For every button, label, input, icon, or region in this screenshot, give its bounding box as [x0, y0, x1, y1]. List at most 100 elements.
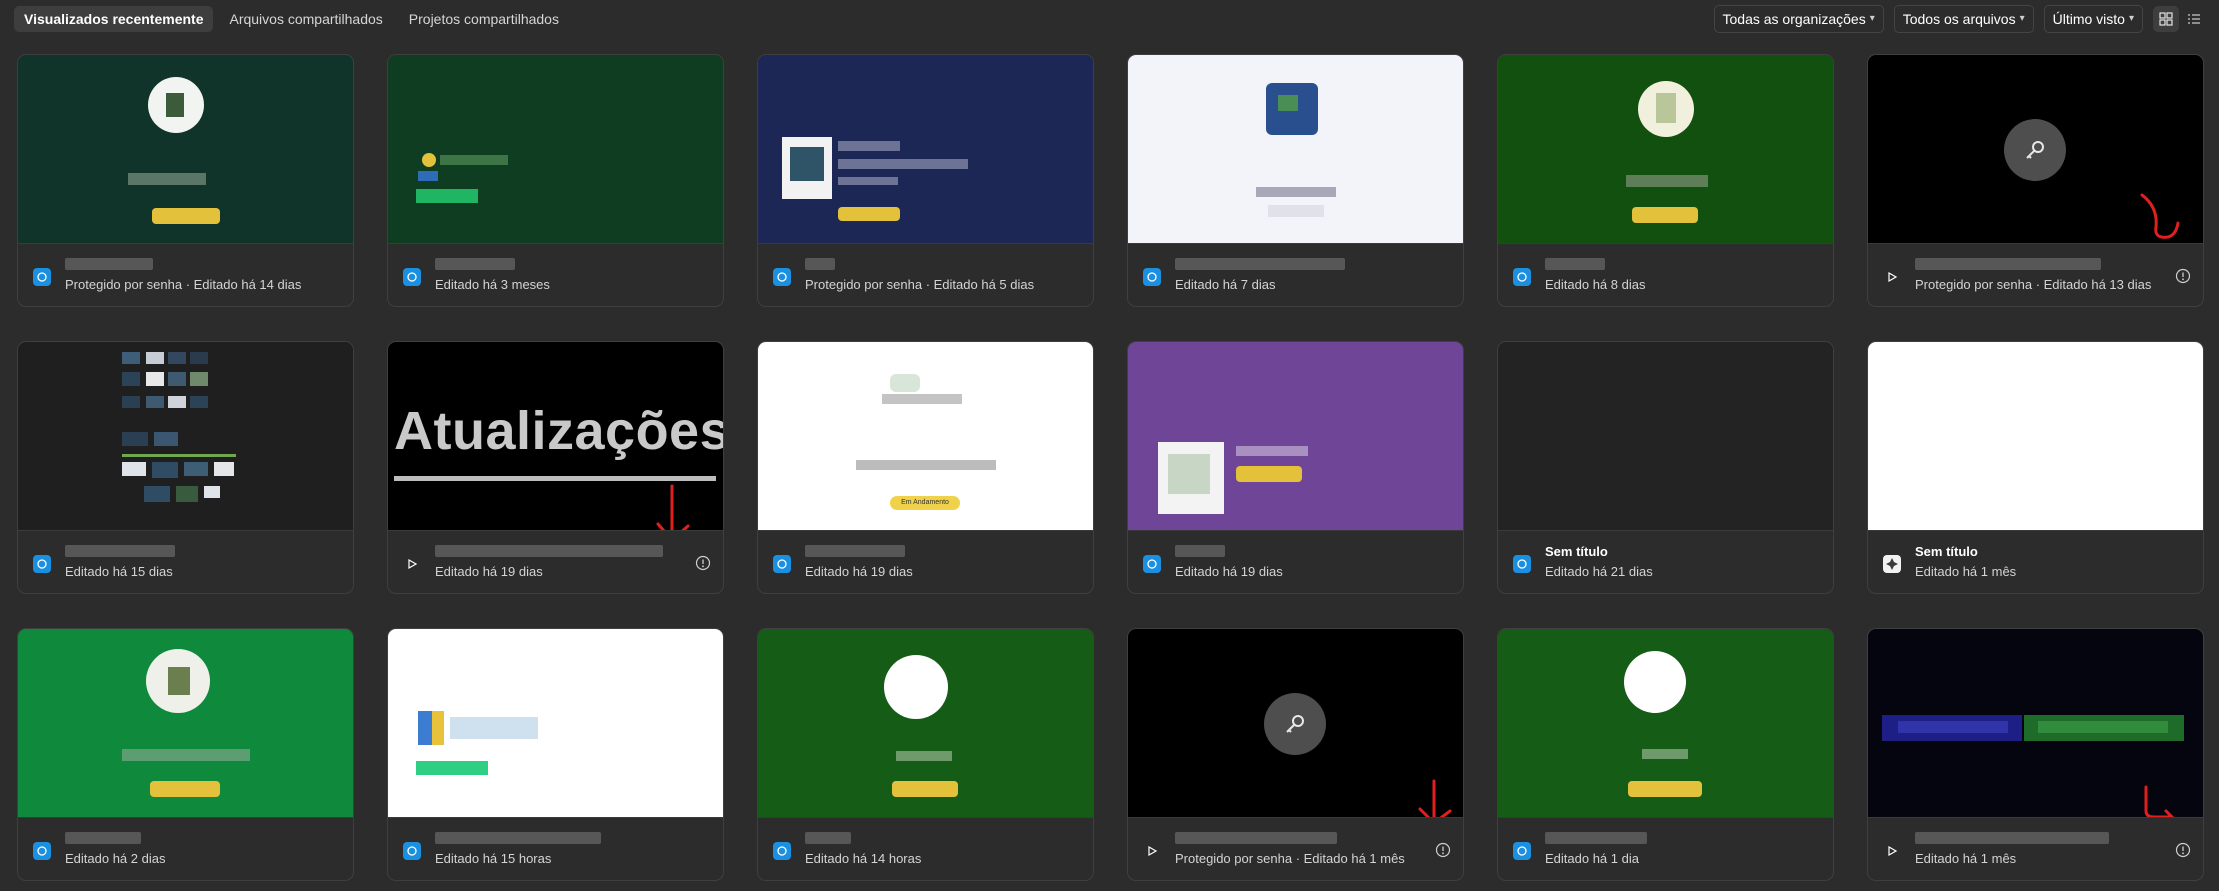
files-dropdown[interactable]: Todos os arquivos ▾	[1893, 5, 2034, 33]
tab-shared-files[interactable]: Arquivos compartilhados	[219, 6, 392, 32]
file-thumbnail	[1128, 629, 1463, 817]
info-icon[interactable]	[695, 555, 711, 571]
organizations-dropdown[interactable]: Todas as organizações ▾	[1713, 5, 1884, 33]
file-meta: Editado há 15 horas	[388, 817, 723, 880]
file-thumbnail	[758, 629, 1093, 817]
file-meta: Protegido por senha · Editado há 5 dias	[758, 243, 1093, 306]
file-card[interactable]: Editado há 1 mês	[1867, 628, 2204, 881]
sort-dropdown-label: Último visto	[2052, 11, 2125, 27]
file-name-redacted	[435, 258, 515, 270]
file-meta: Sem título Editado há 21 dias	[1498, 530, 1833, 593]
file-card[interactable]: Atualizações Editado há 19 dias	[387, 341, 724, 594]
file-name-redacted	[1545, 258, 1605, 270]
file-card[interactable]: Editado há 2 dias	[17, 628, 354, 881]
grid-view-button[interactable]	[2153, 6, 2179, 32]
file-thumbnail	[1498, 55, 1833, 243]
figjam-file-icon	[1883, 555, 1901, 573]
sort-dropdown[interactable]: Último visto ▾	[2043, 5, 2143, 33]
organizations-dropdown-label: Todas as organizações	[1722, 11, 1866, 27]
list-view-button[interactable]	[2181, 6, 2207, 32]
file-status: Editado há 8 dias	[1545, 277, 1646, 292]
file-card[interactable]: Editado há 8 dias	[1497, 54, 1834, 307]
file-status: Editado há 3 meses	[435, 277, 550, 292]
file-card[interactable]: Em Andamento Editado há 19 dias	[757, 341, 1094, 594]
annotation-arrow	[1418, 779, 1452, 817]
figma-file-icon	[33, 268, 51, 286]
file-meta: Editado há 1 dia	[1498, 817, 1833, 880]
file-thumbnail	[1868, 629, 2203, 817]
tab-shared-projects[interactable]: Projetos compartilhados	[399, 6, 569, 32]
file-thumbnail	[1868, 342, 2203, 530]
info-icon[interactable]	[2175, 268, 2191, 284]
file-thumbnail	[1868, 55, 2203, 243]
file-status: Editado há 19 dias	[1175, 564, 1283, 579]
file-meta: Editado há 8 dias	[1498, 243, 1833, 306]
figma-file-icon	[33, 555, 51, 573]
file-name-redacted	[65, 545, 175, 557]
figma-file-icon	[1143, 268, 1161, 286]
file-card[interactable]: Protegido por senha · Editado há 1 mês	[1127, 628, 1464, 881]
file-status: Editado há 19 dias	[805, 564, 913, 579]
tab-recently-viewed[interactable]: Visualizados recentemente	[14, 6, 214, 32]
file-status: Editado há 15 dias	[65, 564, 173, 579]
prototype-play-icon	[1883, 842, 1901, 860]
file-card[interactable]: Protegido por senha · Editado há 13 dias	[1867, 54, 2204, 307]
file-meta: Editado há 3 meses	[388, 243, 723, 306]
chevron-down-icon: ▾	[2019, 13, 2025, 24]
file-name-redacted	[65, 258, 153, 270]
figma-file-icon	[403, 268, 421, 286]
file-thumbnail	[388, 55, 723, 243]
filter-controls: Todas as organizações ▾ Todos os arquivo…	[1713, 5, 2208, 33]
file-thumbnail	[1128, 55, 1463, 243]
file-meta: Editado há 2 dias	[18, 817, 353, 880]
prototype-play-icon	[1883, 268, 1901, 286]
file-status: Editado há 19 dias	[435, 564, 543, 579]
figma-file-icon	[1513, 842, 1531, 860]
file-card[interactable]: Editado há 19 dias	[1127, 341, 1464, 594]
file-thumbnail	[18, 342, 353, 530]
file-name-redacted	[1175, 545, 1225, 557]
file-card[interactable]: Sem título Editado há 1 mês	[1867, 341, 2204, 594]
file-meta: Protegido por senha · Editado há 14 dias	[18, 243, 353, 306]
file-thumbnail	[1128, 342, 1463, 530]
file-status: Editado há 14 horas	[805, 851, 922, 866]
file-name-redacted	[805, 832, 851, 844]
file-card[interactable]: Editado há 7 dias	[1127, 54, 1464, 307]
file-name-redacted	[1175, 258, 1345, 270]
figma-file-icon	[773, 842, 791, 860]
file-card[interactable]: Editado há 15 horas	[387, 628, 724, 881]
file-card[interactable]: Editado há 3 meses	[387, 54, 724, 307]
file-name-redacted	[1915, 832, 2109, 844]
file-thumbnail	[1498, 629, 1833, 817]
grid-view-icon	[2159, 12, 2173, 26]
prototype-play-icon	[403, 555, 421, 573]
file-card[interactable]: Protegido por senha · Editado há 5 dias	[757, 54, 1094, 307]
file-meta: Editado há 15 dias	[18, 530, 353, 593]
info-icon[interactable]	[2175, 842, 2191, 858]
file-thumbnail	[388, 629, 723, 817]
file-name: Sem título	[1545, 544, 1608, 559]
file-card[interactable]: Editado há 1 dia	[1497, 628, 1834, 881]
files-dropdown-label: Todos os arquivos	[1902, 11, 2016, 27]
status-badge: Em Andamento	[890, 496, 960, 510]
chevron-down-icon: ▾	[1869, 13, 1875, 24]
view-toggle	[2153, 6, 2207, 32]
file-status: Editado há 1 dia	[1545, 851, 1639, 866]
file-status: Editado há 1 mês	[1915, 851, 2017, 866]
file-meta: Editado há 14 horas	[758, 817, 1093, 880]
file-card[interactable]: Sem título Editado há 21 dias	[1497, 341, 1834, 594]
figma-file-icon	[1513, 268, 1531, 286]
file-meta: Editado há 1 mês	[1868, 817, 2203, 880]
file-meta: Editado há 7 dias	[1128, 243, 1463, 306]
figma-file-icon	[403, 842, 421, 860]
file-status: Editado há 2 dias	[65, 851, 166, 866]
file-card[interactable]: Editado há 14 horas	[757, 628, 1094, 881]
file-meta: Editado há 19 dias	[758, 530, 1093, 593]
file-card[interactable]: Editado há 15 dias	[17, 341, 354, 594]
file-name-redacted	[1175, 832, 1337, 844]
file-thumbnail	[18, 629, 353, 817]
file-card[interactable]: Protegido por senha · Editado há 14 dias	[17, 54, 354, 307]
file-meta: Protegido por senha · Editado há 1 mês	[1128, 817, 1463, 880]
file-meta: Protegido por senha · Editado há 13 dias	[1868, 243, 2203, 306]
info-icon[interactable]	[1435, 842, 1451, 858]
